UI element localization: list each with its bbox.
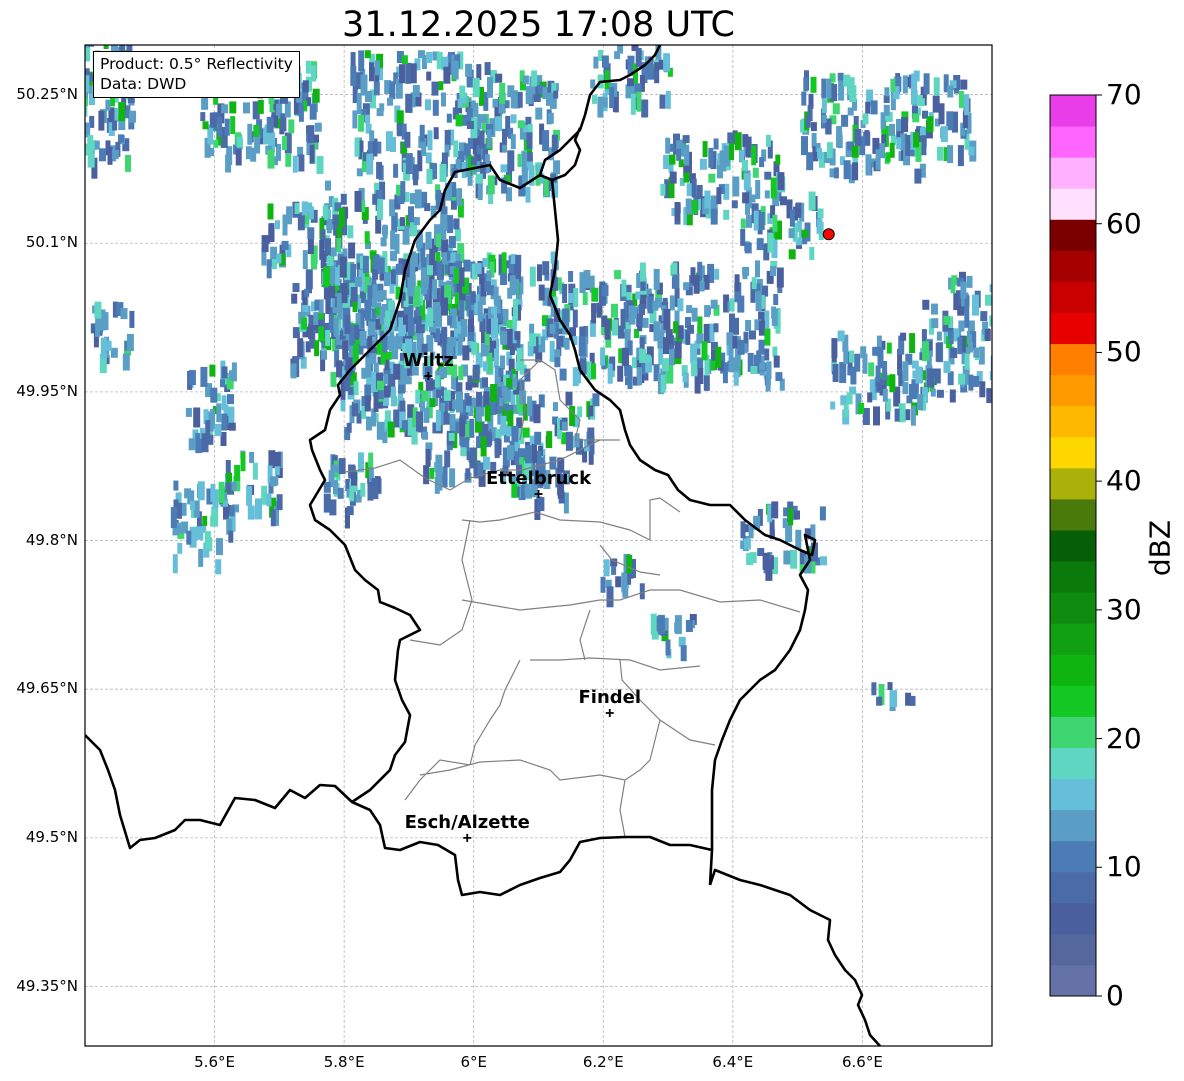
- colorbar-cell: [1050, 623, 1096, 655]
- colorbar-cell: [1050, 747, 1096, 780]
- colorbar-cell: [1050, 405, 1096, 438]
- colorbar-tick-label: 0: [1106, 979, 1124, 1012]
- colorbar-cell: [1050, 654, 1096, 686]
- colorbar-cell: [1050, 498, 1096, 531]
- colorbar-cell: [1050, 219, 1096, 251]
- colorbar-cell: [1050, 374, 1096, 407]
- colorbar-cell: [1050, 902, 1096, 935]
- colorbar-tick-label: 10: [1106, 850, 1142, 884]
- colorbar-cell: [1050, 188, 1096, 220]
- colorbar-cell: [1050, 716, 1096, 748]
- colorbar-cell: [1050, 933, 1096, 966]
- colorbar-tick-label: 70: [1106, 78, 1142, 111]
- colorbar-cell: [1050, 685, 1096, 717]
- colorbar-cell: [1050, 312, 1096, 345]
- colorbar-cell: [1050, 840, 1096, 873]
- colorbar-cell: [1050, 126, 1096, 158]
- colorbar-cell: [1050, 561, 1096, 593]
- colorbar-cells: [1050, 95, 1096, 997]
- colorbar-cell: [1050, 467, 1096, 500]
- colorbar-tick-label: 60: [1106, 206, 1142, 240]
- colorbar-cell: [1050, 281, 1096, 313]
- colorbar-tick-marks: [1096, 94, 1102, 997]
- colorbar-cell: [1050, 871, 1096, 904]
- colorbar-cell: [1050, 157, 1096, 189]
- colorbar-cell: [1050, 529, 1096, 562]
- colorbar-cell: [1050, 95, 1096, 127]
- colorbar-cell: [1050, 592, 1096, 624]
- colorbar-cell: [1050, 250, 1096, 282]
- colorbar: [1049, 94, 1102, 997]
- colorbar-cell: [1050, 343, 1096, 376]
- colorbar-tick-label: 30: [1106, 592, 1142, 626]
- colorbar-label: dBZ: [1143, 519, 1177, 577]
- colorbar-cell: [1050, 809, 1096, 842]
- colorbar-cell: [1050, 436, 1096, 469]
- colorbar-cell: [1050, 778, 1096, 811]
- colorbar-tick-label: 40: [1106, 464, 1142, 498]
- colorbar-tick-label: 50: [1106, 335, 1142, 369]
- colorbar-tick-label: 20: [1106, 721, 1142, 755]
- colorbar-cell: [1050, 964, 1096, 997]
